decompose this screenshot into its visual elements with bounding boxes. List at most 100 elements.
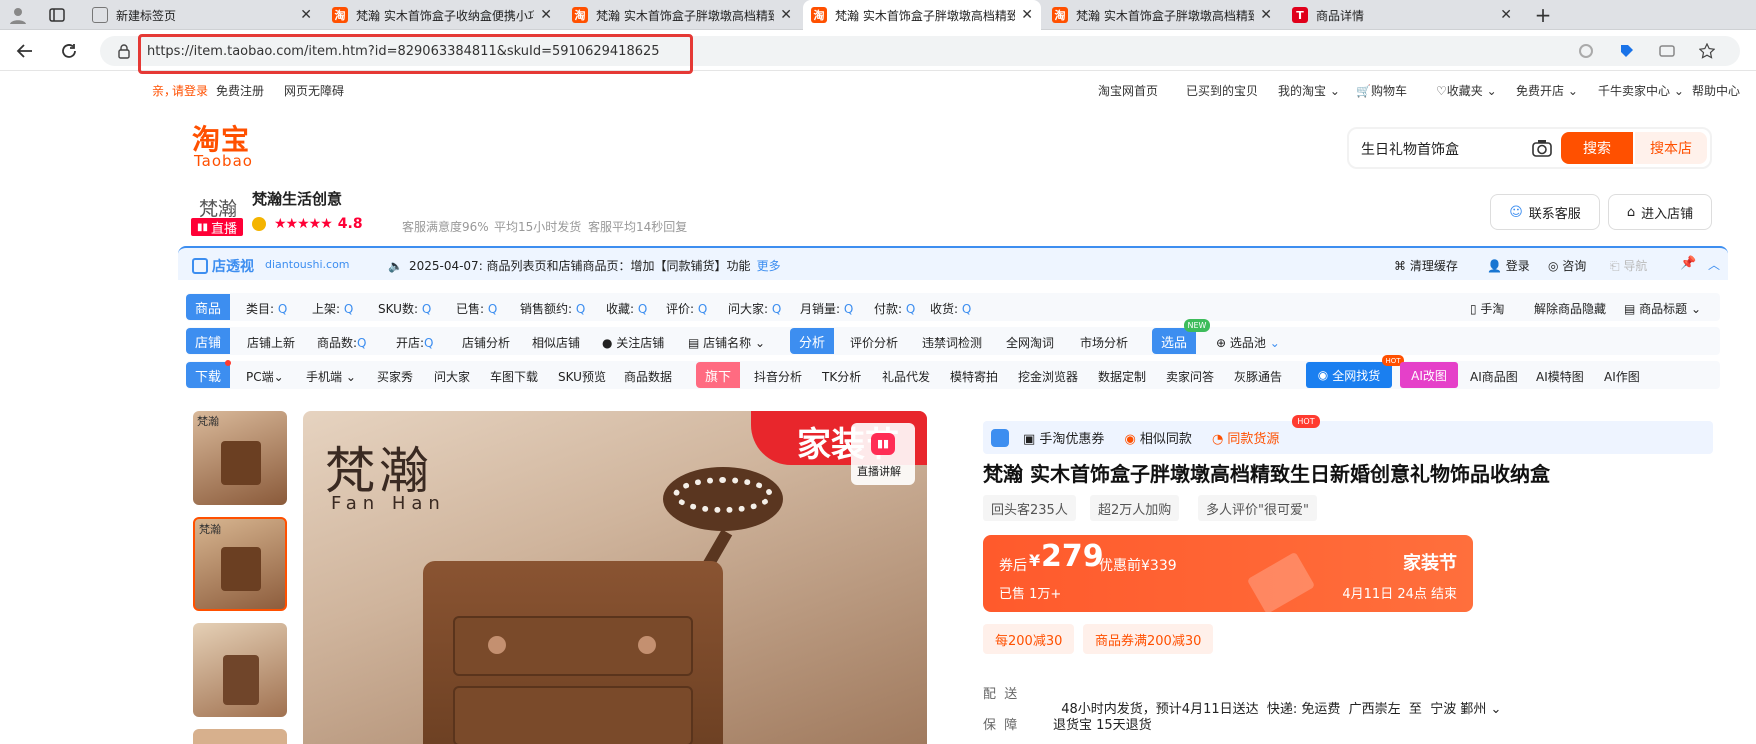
browser-tab[interactable]: T 商品详情 ✕ (1284, 0, 1520, 30)
close-icon[interactable]: ✕ (1500, 7, 1512, 23)
similar-shops-link[interactable]: 相似店铺 (532, 334, 580, 351)
ai-product-image-link[interactable]: AI商品图 (1470, 368, 1518, 385)
taobao-logo[interactable]: 淘宝 (192, 126, 250, 154)
find-goods-button[interactable]: ◉ 全网找货 (1306, 362, 1392, 388)
shop-analysis-link[interactable]: 店铺分析 (462, 334, 510, 351)
row1-stat-item[interactable]: 上架: Q (312, 300, 378, 317)
nav-favorites[interactable]: ♡收藏夹 ⌄ (1436, 82, 1497, 99)
plugin-login-button[interactable]: 👤 登录 (1487, 257, 1530, 274)
close-icon[interactable]: ✕ (300, 7, 312, 23)
close-icon[interactable]: ✕ (1260, 7, 1272, 23)
login-link[interactable]: 请登录 (172, 82, 208, 99)
market-analysis-link[interactable]: 市场分析 (1080, 334, 1128, 351)
refresh-icon[interactable] (58, 40, 80, 62)
row1-stat-item[interactable]: 销售额约: Q (520, 300, 606, 317)
reader-icon[interactable] (1658, 42, 1676, 60)
row1-stat-item[interactable]: SKU数: Q (378, 300, 456, 317)
coupon-item[interactable]: ▣ 手淘优惠券 (1023, 428, 1104, 447)
shop-name-dropdown[interactable]: ▤ 店铺名称 ⌄ (688, 334, 765, 351)
selection-pool-dropdown[interactable]: ⊕ 选品池 ⌄ (1216, 334, 1280, 351)
contact-service-button[interactable]: ☺ 联系客服 (1490, 194, 1600, 230)
plugin-logo[interactable]: 店透视 (192, 256, 254, 276)
row1-stat-item[interactable]: 类目: Q (246, 300, 312, 317)
main-product-image[interactable]: 梵瀚 Fan Han 家装节 (303, 411, 927, 744)
thumbnail[interactable]: 梵瀚 (193, 411, 287, 505)
shop-new-link[interactable]: 店铺上新 (247, 334, 295, 351)
nav-open-shop[interactable]: 免费开店 ⌄ (1516, 82, 1578, 99)
register-link[interactable]: 免费注册 (216, 82, 264, 99)
shop-name[interactable]: 梵瀚生活创意 (252, 188, 342, 209)
row1-stat-item[interactable]: 评价: Q (666, 300, 728, 317)
nav-seller-center[interactable]: 千牛卖家中心 ⌄ (1598, 82, 1684, 99)
tag-icon[interactable] (1618, 42, 1636, 60)
browser-tab[interactable]: 淘 梵瀚 实木首饰盒子胖墩墩高档精致 ✕ (564, 0, 800, 30)
source-item[interactable]: ◔ 同款货源 (1212, 428, 1280, 447)
browser-tab[interactable]: 淘 梵瀚 实木首饰盒子收纳盒便携小巧 ✕ (324, 0, 560, 30)
goods-title-dropdown[interactable]: ▤ 商品标题 ⌄ (1624, 300, 1701, 317)
unhide-goods-link[interactable]: 解除商品隐藏 (1534, 300, 1606, 317)
live-explain-button[interactable]: ▮▮ 直播讲解 (851, 423, 915, 485)
thumbnail[interactable] (193, 729, 287, 744)
image-download-link[interactable]: 车图下载 (490, 368, 538, 385)
enter-shop-button[interactable]: ⌂ 进入店铺 (1608, 194, 1712, 230)
ai-model-image-link[interactable]: AI模特图 (1536, 368, 1584, 385)
sku-preview-link[interactable]: SKU预览 (558, 368, 606, 385)
huitun-notice-link[interactable]: 灰豚通告 (1234, 368, 1282, 385)
plugin-domain[interactable]: diantoushi.com (265, 258, 350, 271)
accessibility-link[interactable]: 网页无障碍 (284, 82, 344, 99)
camera-icon[interactable] (1531, 138, 1553, 158)
extension-icon[interactable] (1577, 42, 1595, 60)
thumbnail[interactable] (193, 623, 287, 717)
nav-bought[interactable]: 已买到的宝贝 (1186, 82, 1258, 99)
row1-stat-item[interactable]: 问大家: Q (728, 300, 800, 317)
browser-tab[interactable]: 新建标签页 ✕ (84, 0, 320, 30)
clear-cache-button[interactable]: ⌘ 清理缓存 (1394, 257, 1458, 274)
search-button[interactable]: 搜索 (1561, 132, 1633, 164)
notice-more-link[interactable]: 更多 (757, 257, 781, 274)
row1-stat-item[interactable]: 收货: Q (930, 300, 986, 317)
nav-help[interactable]: 帮助中心 (1692, 82, 1740, 99)
close-icon[interactable]: ✕ (1021, 7, 1033, 23)
review-analysis-link[interactable]: 评价分析 (850, 334, 898, 351)
banned-word-link[interactable]: 违禁词检测 (922, 334, 982, 351)
seller-qa-link[interactable]: 卖家问答 (1166, 368, 1214, 385)
pin-icon[interactable]: 📌 (1680, 256, 1696, 271)
model-shoot-link[interactable]: 模特寄拍 (950, 368, 998, 385)
ai-draw-link[interactable]: AI作图 (1604, 368, 1640, 385)
row1-stat-item[interactable]: 付款: Q (874, 300, 930, 317)
nav-home[interactable]: 淘宝网首页 (1098, 82, 1158, 99)
nav-cart[interactable]: 🛒购物车 (1356, 82, 1407, 99)
nav-my-taobao[interactable]: 我的淘宝 ⌄ (1278, 82, 1340, 99)
favorite-star-icon[interactable] (1698, 42, 1716, 60)
mobile-download-dropdown[interactable]: 手机端 ⌄ (306, 368, 356, 385)
new-tab-button[interactable]: + (1532, 3, 1554, 27)
collapse-icon[interactable]: ︿ (1708, 256, 1720, 273)
follow-shop-link[interactable]: ● 关注店铺 (602, 334, 664, 351)
douyin-analysis-link[interactable]: 抖音分析 (754, 368, 802, 385)
close-icon[interactable]: ✕ (540, 7, 552, 23)
browser-tab-active[interactable]: 淘 梵瀚 实木首饰盒子胖墩墩高档精致 ✕ (803, 0, 1041, 30)
profile-icon[interactable] (8, 5, 28, 25)
live-badge[interactable]: ▮▮ 直播 (191, 218, 243, 237)
search-input[interactable]: 生日礼物首饰盒 (1361, 139, 1459, 159)
wajin-browser-link[interactable]: 挖金浏览器 (1018, 368, 1078, 385)
keyword-search-link[interactable]: 全网淘词 (1006, 334, 1054, 351)
row1-stat-item[interactable]: 已售: Q (456, 300, 520, 317)
consult-button[interactable]: ◎ 咨询 (1548, 257, 1586, 274)
tab-actions-icon[interactable] (48, 6, 66, 24)
gift-dropship-link[interactable]: 礼品代发 (882, 368, 930, 385)
lock-icon[interactable] (116, 43, 132, 59)
ai-edit-button[interactable]: AI改图 (1400, 362, 1458, 388)
search-shop-button[interactable]: 搜本店 (1635, 132, 1707, 164)
mobile-taobao-link[interactable]: ▯ 手淘 (1470, 300, 1504, 317)
buyer-show-link[interactable]: 买家秀 (377, 368, 413, 385)
row1-stat-item[interactable]: 收藏: Q (606, 300, 666, 317)
guarantee-info[interactable]: 退货宝 15天退货 (1053, 714, 1152, 733)
coupon-chip[interactable]: 每200减30 (983, 624, 1075, 654)
shipping-info[interactable]: 48小时内发货，预计4月11日送达 快递: 免运费 广西崇左 至 宁波 鄞州 ⌄ (1053, 683, 1501, 717)
row1-stat-item[interactable]: 月销量: Q (800, 300, 874, 317)
coupon-chip[interactable]: 商品券满200减30 (1083, 624, 1214, 654)
shop-goods-count[interactable]: 商品数:Q (317, 334, 367, 351)
close-icon[interactable]: ✕ (780, 7, 792, 23)
goods-data-link[interactable]: 商品数据 (624, 368, 672, 385)
